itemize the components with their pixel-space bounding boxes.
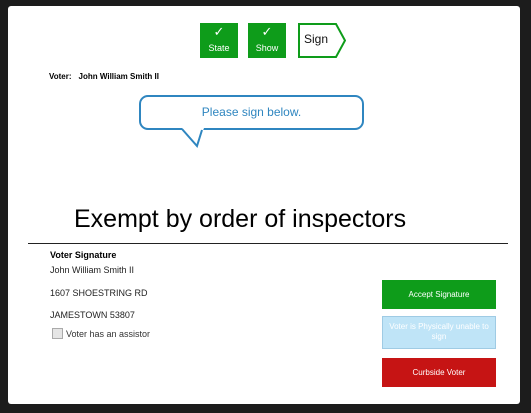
checkbox-icon[interactable] [52, 328, 63, 339]
assistor-checkbox[interactable]: Voter has an assistor [52, 328, 150, 339]
exempt-message: Exempt by order of inspectors [74, 205, 407, 233]
curbside-voter-button[interactable]: Curbside Voter [382, 358, 496, 387]
voter-address: 1607 SHOESTRING RD [50, 288, 148, 298]
step-sign: Sign [298, 23, 346, 58]
voter-name: John William Smith II [78, 72, 159, 81]
checkmark-icon: ✓ [261, 25, 273, 40]
voter-city-zip: JAMESTOWN 53807 [50, 310, 135, 320]
prompt-bubble: Please sign below. [139, 95, 364, 130]
step-state: ✓ State [200, 23, 238, 58]
speech-bubble-tail [181, 128, 204, 148]
step-show-label: Show [255, 43, 279, 53]
voter-line: Voter: John William Smith II [49, 72, 159, 81]
screen: ✓ State ✓ Show Sign Voter: John William S… [8, 6, 520, 404]
signature-section-title: Voter Signature [50, 250, 117, 260]
checkmark-icon: ✓ [213, 25, 225, 40]
prompt-text: Please sign below. [201, 105, 302, 119]
accept-signature-button[interactable]: Accept Signature [382, 280, 496, 309]
divider [28, 243, 508, 244]
physically-unable-button[interactable]: Voter is Physically unable to sign [382, 316, 496, 349]
voter-label: Voter: [49, 72, 72, 81]
step-sign-label: Sign [304, 32, 329, 46]
step-show: ✓ Show [248, 23, 286, 58]
step-state-label: State [208, 43, 230, 53]
voter-full-name: John William Smith II [50, 265, 135, 275]
assistor-label: Voter has an assistor [66, 328, 151, 339]
